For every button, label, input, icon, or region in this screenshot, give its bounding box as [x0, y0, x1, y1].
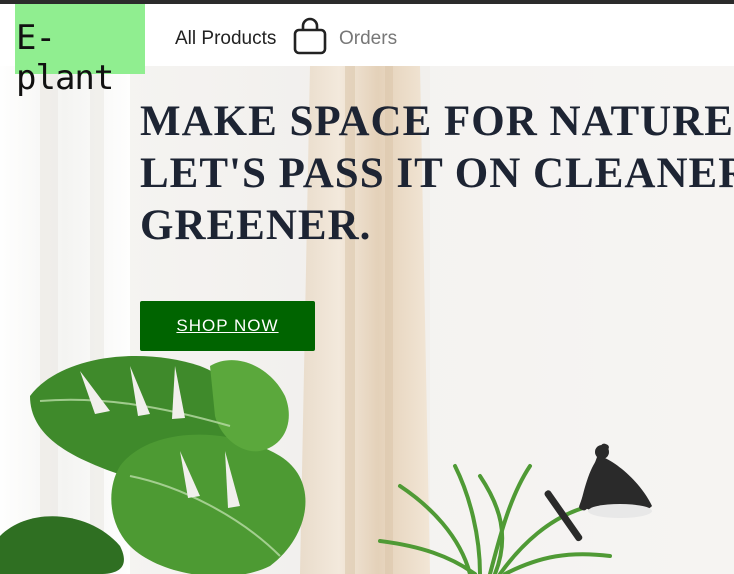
hero-banner: MAKE SPACE FOR NATURE LET'S PASS IT ON C… [0, 66, 734, 574]
logo-text: E-plant [16, 18, 114, 98]
shopping-bag-icon[interactable] [292, 17, 328, 55]
hero-headline: MAKE SPACE FOR NATURE LET'S PASS IT ON C… [140, 96, 734, 252]
headline-line: GREENER. [140, 202, 372, 249]
navbar: E-plant All Products Orders [0, 4, 734, 98]
headline-line: MAKE SPACE FOR NATURE [140, 98, 734, 145]
shop-now-button[interactable]: SHOP NOW [140, 301, 315, 351]
nav-all-products-link[interactable]: All Products [175, 28, 276, 50]
logo[interactable]: E-plant [15, 4, 145, 98]
nav-orders-link[interactable]: Orders [339, 28, 397, 50]
headline-line: LET'S PASS IT ON CLEANER [140, 150, 734, 197]
